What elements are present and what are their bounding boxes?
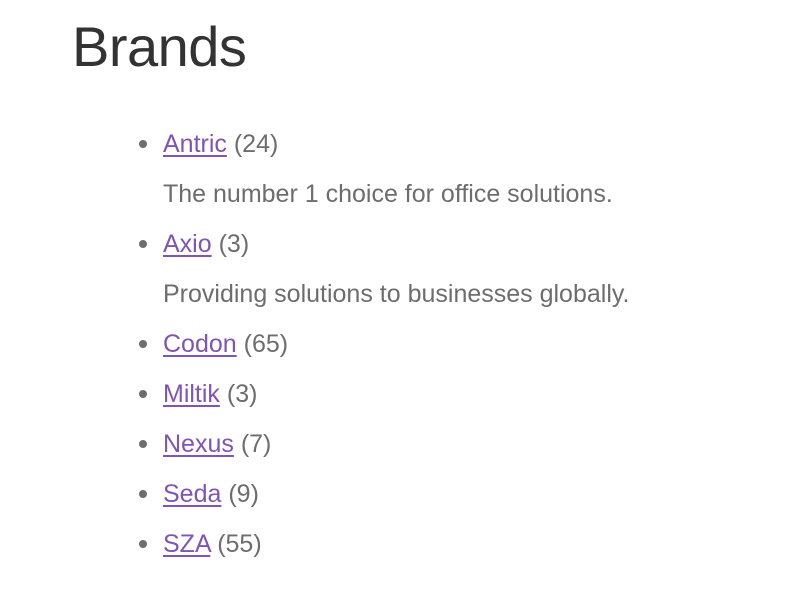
bullet-icon bbox=[139, 240, 147, 248]
bullet-icon bbox=[139, 490, 147, 498]
brand-count: (24) bbox=[233, 130, 279, 158]
brand-link-seda[interactable]: Seda bbox=[163, 480, 221, 508]
brand-description: Providing solutions to businesses global… bbox=[163, 280, 630, 308]
brand-count: (3) bbox=[226, 380, 258, 408]
brand-count: (7) bbox=[240, 430, 272, 458]
brand-count: (3) bbox=[218, 230, 250, 258]
brand-description: The number 1 choice for office solutions… bbox=[163, 180, 613, 208]
bullet-icon bbox=[139, 140, 147, 148]
bullet-icon bbox=[139, 540, 147, 548]
brand-item-nexus: Nexus (7) bbox=[139, 419, 629, 469]
brand-list: Antric (24) The number 1 choice for offic… bbox=[139, 119, 630, 569]
page-title: Brands bbox=[72, 15, 247, 78]
brand-link-nexus[interactable]: Nexus bbox=[163, 430, 234, 458]
brand-item-axio: Axio (3) Providing solutions to businesse… bbox=[139, 219, 630, 319]
bullet-icon bbox=[139, 390, 147, 398]
brand-item-miltik: Miltik (3) bbox=[139, 369, 629, 419]
brand-item-antric: Antric (24) The number 1 choice for offic… bbox=[139, 119, 629, 219]
brand-link-sza[interactable]: SZA bbox=[163, 530, 210, 558]
brand-link-axio[interactable]: Axio bbox=[163, 230, 212, 258]
brand-link-antric[interactable]: Antric bbox=[163, 130, 227, 158]
brand-count: (55) bbox=[217, 530, 262, 558]
brand-link-miltik[interactable]: Miltik bbox=[163, 380, 220, 408]
bullet-icon bbox=[139, 440, 147, 448]
brand-item-sza: SZA (55) bbox=[139, 519, 629, 569]
bullet-icon bbox=[139, 340, 147, 348]
brand-item-codon: Codon (65) bbox=[139, 319, 629, 369]
brand-count: (65) bbox=[243, 330, 289, 358]
brand-link-codon[interactable]: Codon bbox=[163, 330, 237, 358]
brand-count: (9) bbox=[228, 480, 259, 508]
brand-item-seda: Seda (9) bbox=[139, 469, 629, 519]
